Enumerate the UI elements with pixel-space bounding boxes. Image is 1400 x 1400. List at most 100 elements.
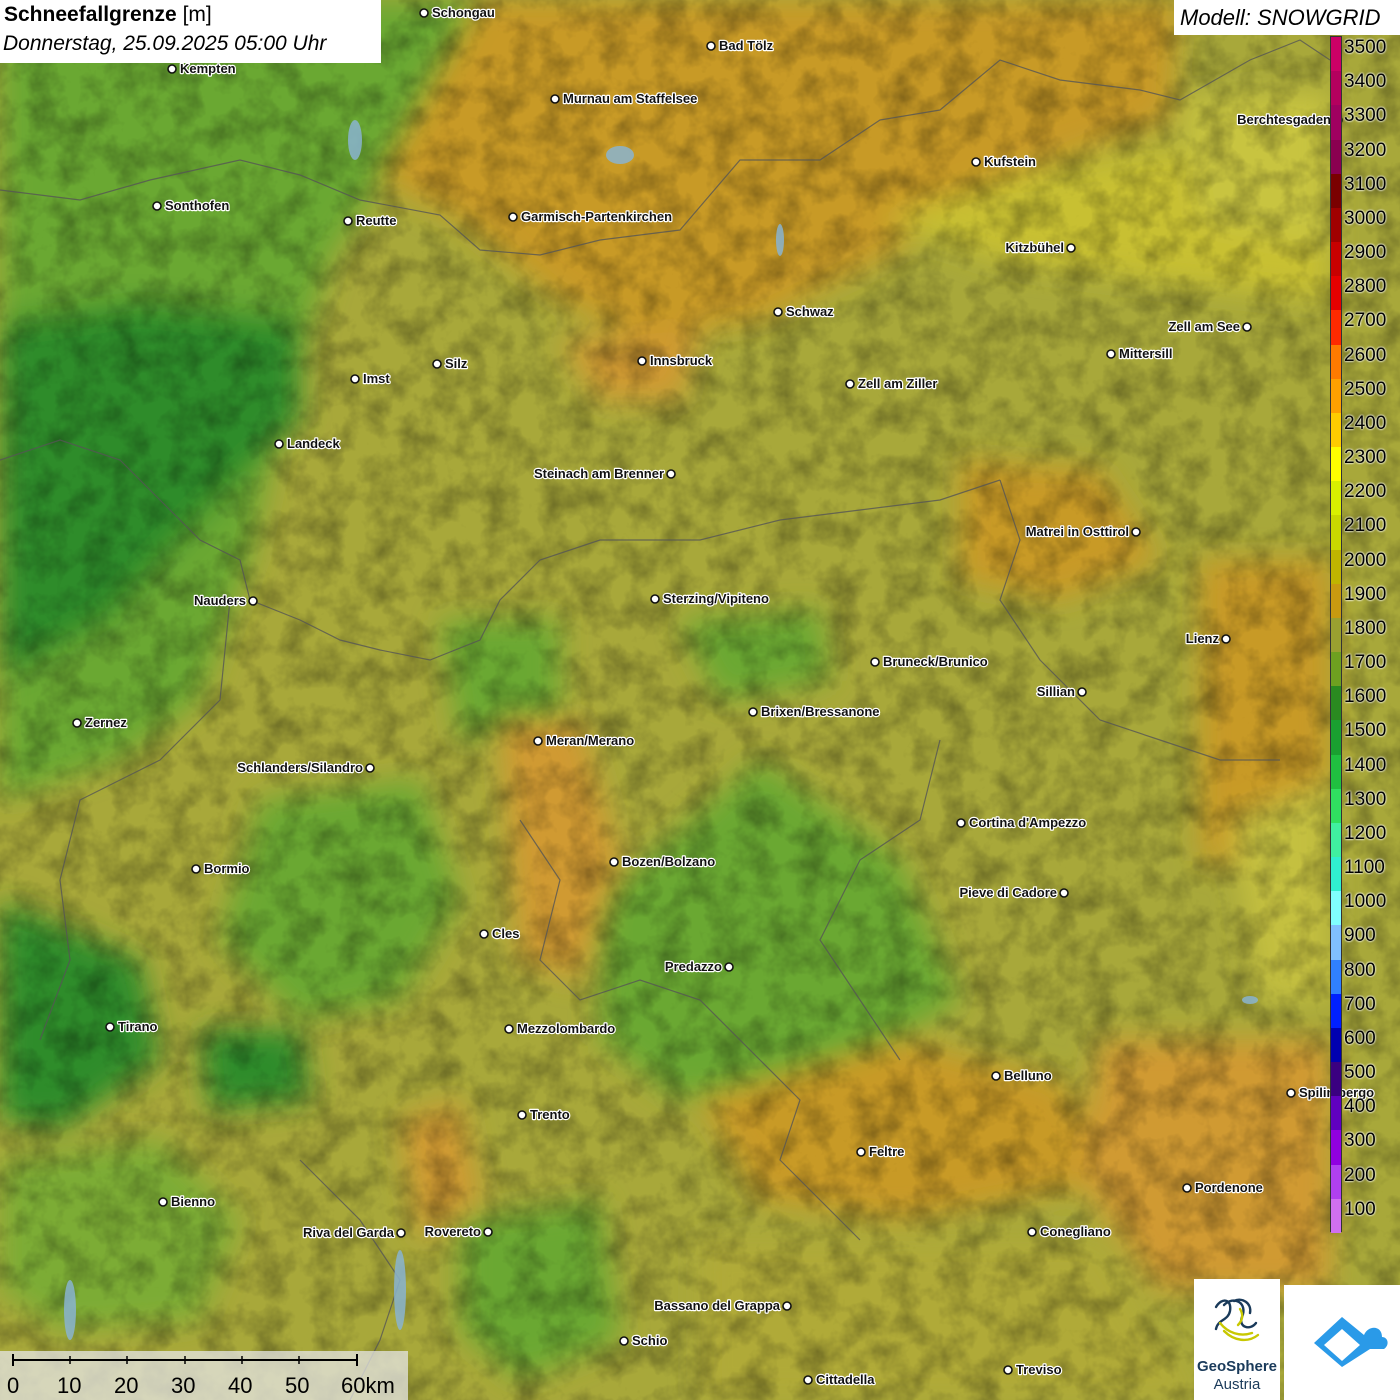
city-dot xyxy=(105,1022,115,1032)
legend-label-1900: 1900 xyxy=(1344,583,1387,605)
city-label: Sonthofen xyxy=(165,198,229,213)
city-dot xyxy=(1059,888,1069,898)
city-label: Bad Tölz xyxy=(719,38,774,53)
city-bassano-del-grappa: Bassano del Grappa xyxy=(653,1297,792,1314)
city-dot xyxy=(517,1110,527,1120)
city-dot xyxy=(365,763,375,773)
legend-swatch-800 xyxy=(1331,959,1341,995)
scale-label-0: 0 xyxy=(7,1373,20,1398)
forecast-datetime: Donnerstag, 25.09.2025 05:00 Uhr xyxy=(3,32,327,55)
city-schongau: Schongau xyxy=(419,4,496,21)
city-dot xyxy=(508,212,518,222)
legend-label-700: 700 xyxy=(1344,993,1376,1015)
city-dot xyxy=(432,359,442,369)
geosphere-logo[interactable]: GeoSphere Austria xyxy=(1194,1279,1280,1400)
city-dot xyxy=(419,8,429,18)
city-label: Bruneck/Brunico xyxy=(883,654,988,669)
city-label: Berchtesgaden xyxy=(1237,112,1331,127)
city-dot xyxy=(1286,1088,1296,1098)
scale-label-20: 20 xyxy=(114,1373,139,1398)
city-dot xyxy=(396,1228,406,1238)
city-label: Zernez xyxy=(85,715,127,730)
city-dot xyxy=(782,1301,792,1311)
city-label: Belluno xyxy=(1004,1068,1052,1083)
city-label: Kufstein xyxy=(984,154,1036,169)
city-dot xyxy=(167,64,177,74)
legend-swatch-2200 xyxy=(1331,481,1341,516)
city-label: Garmisch-Partenkirchen xyxy=(521,209,672,224)
city-dot xyxy=(706,41,716,51)
partner-logo[interactable] xyxy=(1284,1285,1400,1400)
legend-label-2500: 2500 xyxy=(1344,378,1387,400)
legend-swatch-1300 xyxy=(1331,788,1341,824)
city-conegliano: Conegliano xyxy=(1027,1223,1112,1240)
city-schlanders-silandro: Schlanders/Silandro xyxy=(236,759,375,776)
city-label: Cortina d'Ampezzo xyxy=(969,815,1086,830)
legend-label-200: 200 xyxy=(1344,1164,1376,1186)
city-dot xyxy=(971,157,981,167)
city-dot xyxy=(248,596,258,606)
city-label: Zell am See xyxy=(1168,319,1240,334)
city-zell-am-see: Zell am See xyxy=(1167,318,1252,335)
city-dot xyxy=(650,594,660,604)
legend-swatch-500 xyxy=(1331,1062,1341,1097)
city-berchtesgaden: Berchtesgaden xyxy=(1236,111,1343,128)
legend-label-300: 300 xyxy=(1344,1130,1376,1152)
city-sonthofen: Sonthofen xyxy=(152,197,231,214)
city-riva-del-garda: Riva del Garda xyxy=(302,1224,406,1241)
city-label: Meran/Merano xyxy=(546,733,634,748)
city-sterzing-vipiteno: Sterzing/Vipiteno xyxy=(650,590,770,607)
city-mezzolombardo: Mezzolombardo xyxy=(504,1020,616,1037)
legend-swatch-2100 xyxy=(1331,515,1341,551)
city-label: Mittersill xyxy=(1119,346,1172,361)
city-dot xyxy=(158,1197,168,1207)
city-label: Schongau xyxy=(432,5,495,20)
legend-color-bar xyxy=(1330,36,1342,1234)
legend-label-3500: 3500 xyxy=(1344,37,1387,58)
city-label: Bormio xyxy=(204,861,250,876)
city-dot xyxy=(550,94,560,104)
legend-swatch-1100 xyxy=(1331,857,1341,892)
scale-label-40: 40 xyxy=(228,1373,253,1398)
legend-label-3100: 3100 xyxy=(1344,173,1387,195)
city-innsbruck: Innsbruck xyxy=(637,352,714,369)
legend-swatch-1400 xyxy=(1331,754,1341,790)
city-dot xyxy=(1106,349,1116,359)
city-label: Murnau am Staffelsee xyxy=(563,91,697,106)
geosphere-name: GeoSphere xyxy=(1196,1358,1278,1375)
legend-swatch-3200 xyxy=(1331,139,1341,175)
legend-label-600: 600 xyxy=(1344,1027,1376,1049)
legend-swatch-3500 xyxy=(1331,37,1341,72)
city-dot xyxy=(1131,527,1141,537)
legend-label-1500: 1500 xyxy=(1344,720,1387,742)
legend-swatch-3300 xyxy=(1331,105,1341,140)
city-label: Bassano del Grappa xyxy=(654,1298,780,1313)
city-dot xyxy=(637,356,647,366)
legend-label-1000: 1000 xyxy=(1344,891,1387,913)
city-label: Zell am Ziller xyxy=(858,376,937,391)
legend-label-3300: 3300 xyxy=(1344,105,1387,127)
city-dot xyxy=(72,718,82,728)
title-box: Schneefallgrenze [m] Donnerstag, 25.09.2… xyxy=(0,0,381,63)
legend-label-1200: 1200 xyxy=(1344,822,1387,844)
city-label: Conegliano xyxy=(1040,1224,1111,1239)
legend-swatch-2400 xyxy=(1331,412,1341,448)
city-label: Sterzing/Vipiteno xyxy=(663,591,769,606)
legend-swatch-100 xyxy=(1331,1198,1341,1234)
city-label: Lienz xyxy=(1186,631,1220,646)
legend-swatch-1500 xyxy=(1331,720,1341,756)
legend-swatch-2800 xyxy=(1331,276,1341,311)
legend-label-1400: 1400 xyxy=(1344,754,1387,776)
city-label: Pieve di Cadore xyxy=(959,885,1057,900)
legend-swatch-2900 xyxy=(1331,242,1341,277)
legend-label-500: 500 xyxy=(1344,1062,1376,1084)
model-name: Modell: SNOWGRID xyxy=(1180,5,1381,30)
legend-swatch-400 xyxy=(1331,1096,1341,1131)
city-label: Cles xyxy=(492,926,519,941)
legend-swatch-700 xyxy=(1331,993,1341,1029)
legend-swatch-2300 xyxy=(1331,447,1341,482)
legend-label-2300: 2300 xyxy=(1344,447,1387,469)
city-cortina-d-ampezzo: Cortina d'Ampezzo xyxy=(956,814,1087,831)
scale-label-30: 30 xyxy=(171,1373,196,1398)
legend-swatch-2700 xyxy=(1331,310,1341,346)
